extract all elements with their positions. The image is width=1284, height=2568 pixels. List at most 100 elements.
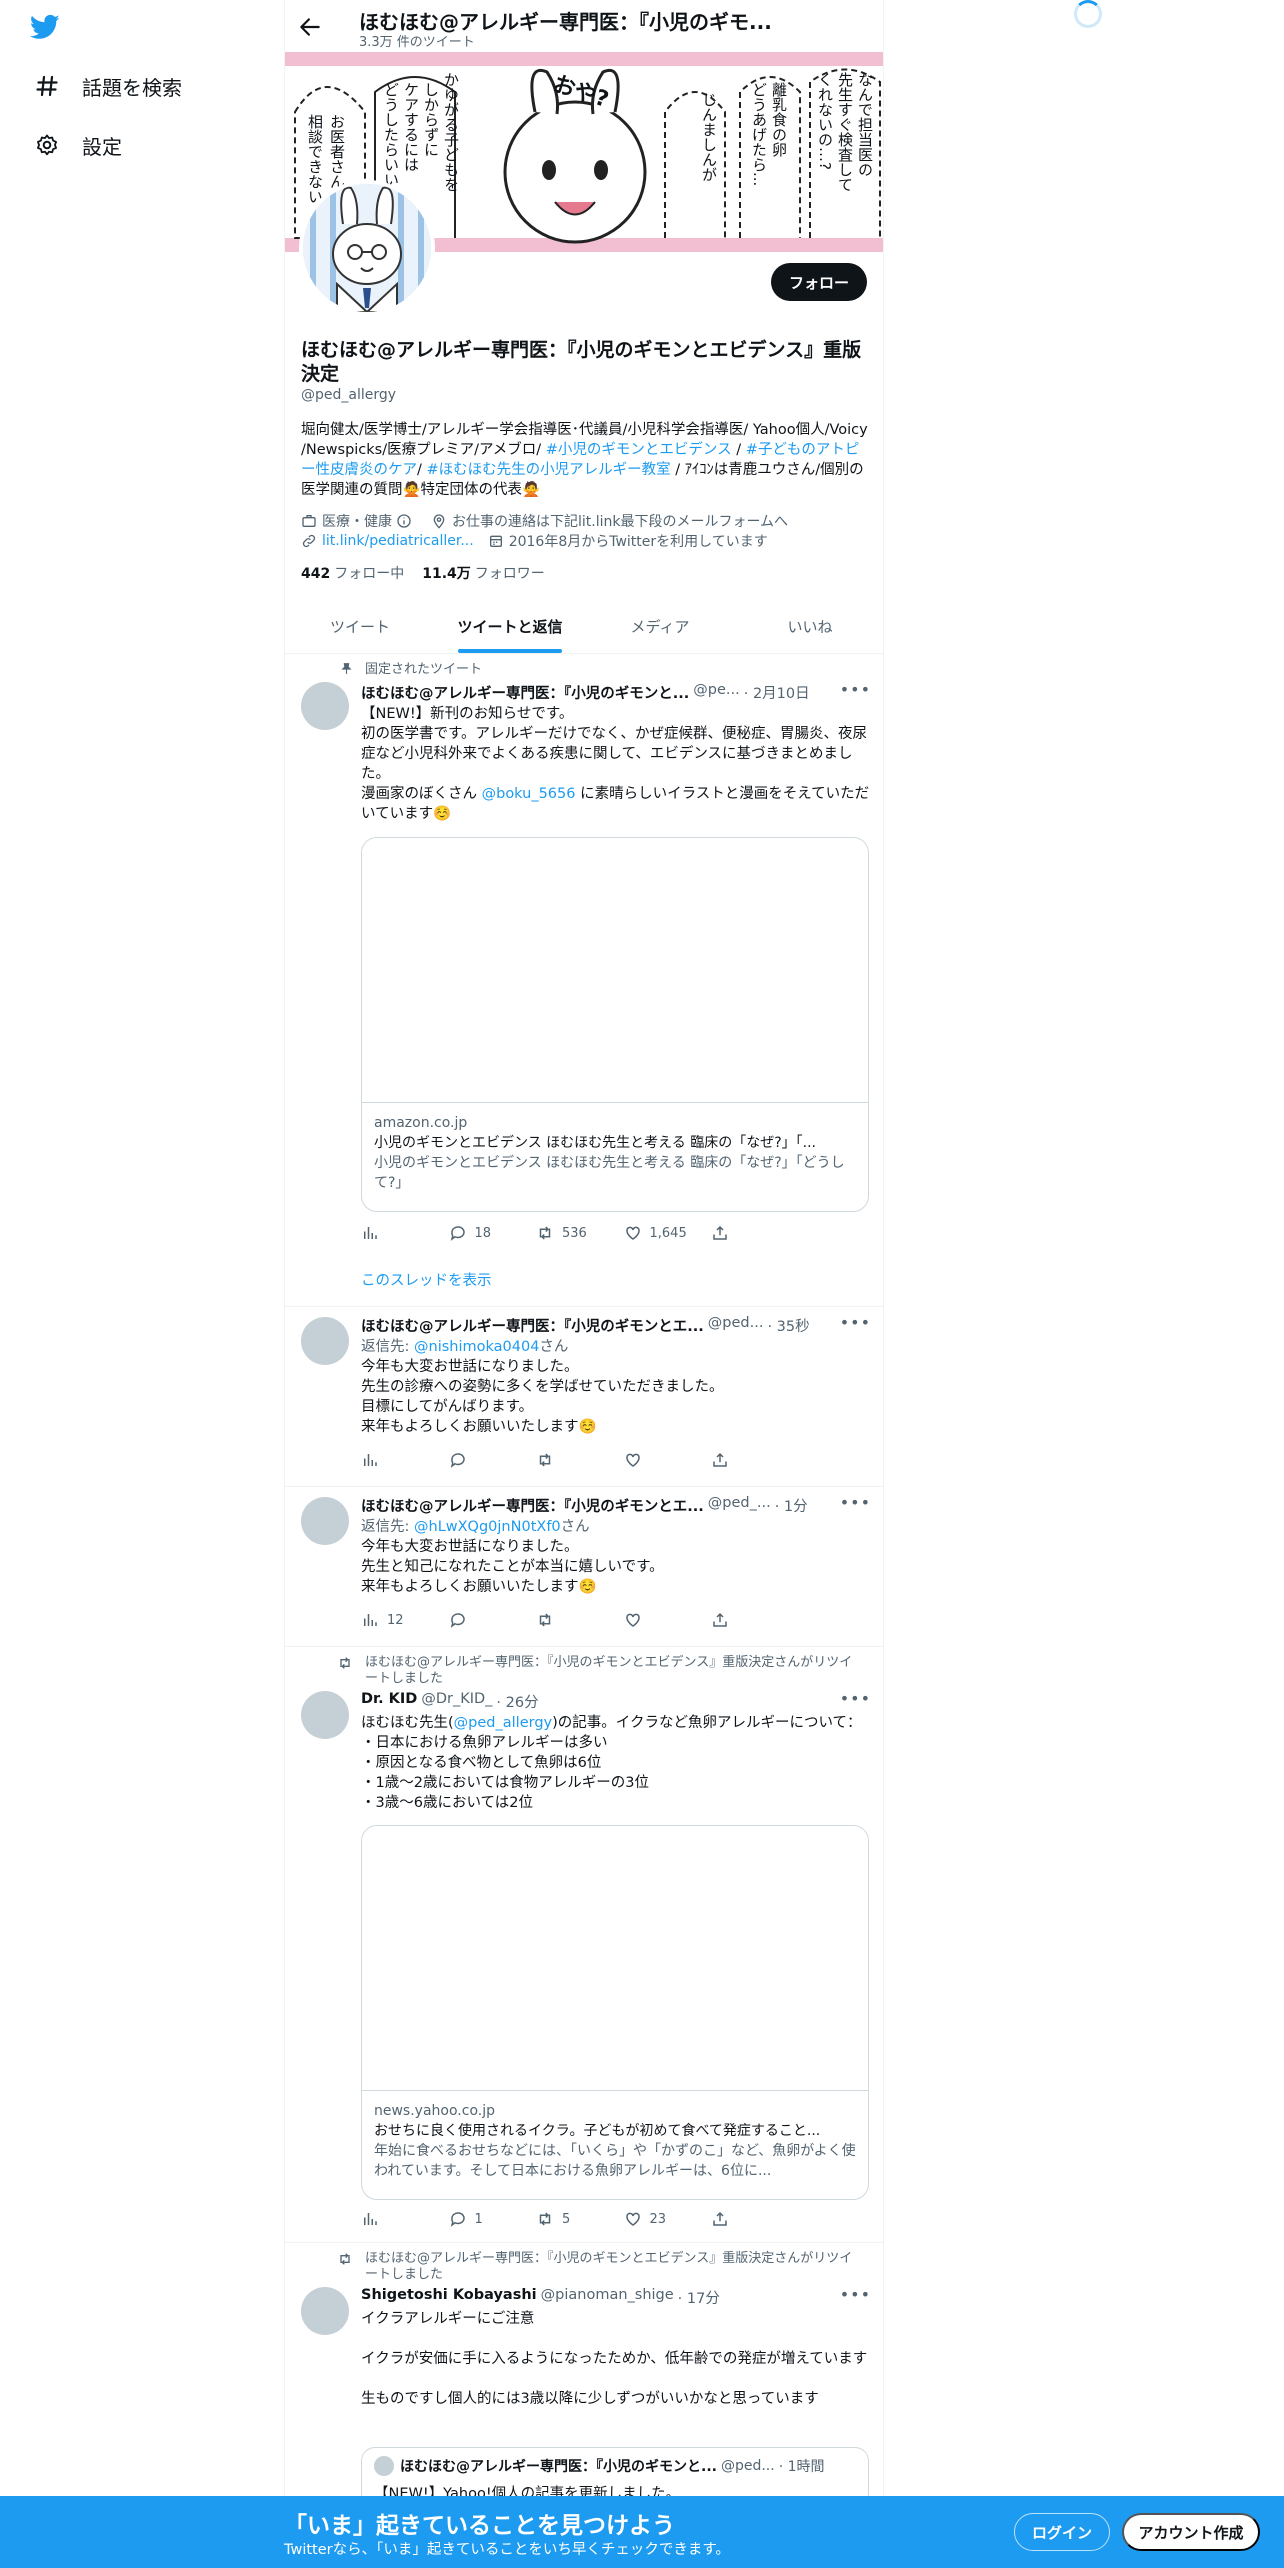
retweet-button[interactable] <box>536 1611 616 1629</box>
tweet-actions: 18 536 1,645 <box>361 1224 791 1242</box>
context-label: ほむほむ@アレルギー専門医：『小児のギモンとエビデンス』重版決定さんがリツイート… <box>365 1655 853 1686</box>
share-button[interactable] <box>711 2210 791 2228</box>
reply-prefix: 返信先: <box>361 1519 414 1535</box>
card-image <box>362 838 868 1103</box>
author-name[interactable]: ほむほむ@アレルギー専門医：『小児のギモンとエ... <box>361 1315 704 1336</box>
avatar[interactable] <box>301 1691 349 1739</box>
login-button[interactable]: ログイン <box>1014 2513 1110 2551</box>
tab-tweets[interactable]: ツイート <box>285 600 435 653</box>
profile-header: ほむほむ@アレルギー専門医：『小児のギモ... 3.3万 件のツイート <box>285 0 883 52</box>
tweet-body: ほむほむ先生( <box>361 1715 454 1731</box>
context-label: ほむほむ@アレルギー専門医：『小児のギモンとエビデンス』重版決定さんがリツイート… <box>365 2251 853 2282</box>
tweet-time[interactable]: · 26分 <box>496 1691 538 1712</box>
more-options-icon[interactable]: ••• <box>840 1313 871 1332</box>
followers-link[interactable]: 11.4万 フォロワー <box>422 563 545 583</box>
show-thread-link[interactable]: このスレッドを表示 <box>361 1269 492 1290</box>
profile-handle: @ped_allergy <box>301 387 397 403</box>
share-icon <box>713 1612 727 1627</box>
sidebar-item-explore[interactable]: 話題を検索 <box>32 71 182 101</box>
reply-button[interactable] <box>449 1611 529 1629</box>
hashtag-link[interactable]: #ほむほむ先生の小児アレルギー教室 <box>427 462 671 478</box>
tweet-time[interactable]: · 35秒 <box>767 1315 809 1336</box>
retweet-icon <box>539 1453 551 1467</box>
card-description: 小児のギモンとエビデンス ほむほむ先生と考える 臨床の「なぜ?」「どうして?」 <box>374 1155 845 1191</box>
heart-icon <box>625 2212 640 2226</box>
card-description: 年始に食べるおせちなどには、「いくら」や「かずのこ」など、魚卵がよく使われていま… <box>374 2143 856 2179</box>
more-options-icon[interactable]: ••• <box>840 2285 871 2304</box>
mention-link[interactable]: @nishimoka0404 <box>414 1339 539 1355</box>
mention-link[interactable]: @hLwXQg0jnN0tXf0 <box>414 1519 561 1535</box>
sidebar-item-settings[interactable]: 設定 <box>32 130 122 160</box>
card-title: 小児のギモンとエビデンス ほむほむ先生と考える 臨床の「なぜ?」「... <box>374 1135 816 1151</box>
link-card[interactable]: news.yahoo.co.jp おせちに良く使用されるイクラ。子どもが初めて食… <box>361 1825 869 2200</box>
share-button[interactable] <box>711 1611 791 1629</box>
reply-button[interactable]: 18 <box>449 1224 529 1242</box>
like-button[interactable]: 1,645 <box>624 1224 704 1242</box>
avatar[interactable] <box>301 1497 349 1545</box>
reply-icon <box>450 1613 465 1628</box>
views-button[interactable] <box>361 1224 441 1242</box>
category-item: 医療・健康 <box>301 511 417 531</box>
profile-avatar[interactable] <box>299 180 435 316</box>
hashtag-icon <box>32 71 62 101</box>
tweet-time[interactable]: · 2月10日 <box>744 682 810 703</box>
tweet-time[interactable]: · 1分 <box>775 1495 808 1516</box>
like-count: 1,645 <box>649 1225 687 1241</box>
share-button[interactable] <box>711 1451 791 1469</box>
more-options-icon[interactable]: ••• <box>840 1689 871 1708</box>
following-count: 442 <box>301 566 331 582</box>
link-icon <box>302 534 316 548</box>
views-button[interactable] <box>361 1451 441 1469</box>
retweet-context: ほむほむ@アレルギー専門医：『小児のギモンとエビデンス』重版決定さんがリツイート… <box>329 1655 869 1687</box>
following-link[interactable]: 442 フォロー中 <box>301 563 404 583</box>
tweet-reply[interactable]: ほむほむ@アレルギー専門医：『小児のギモンとエ... @ped_... · 1分 •… <box>285 1487 883 1647</box>
more-options-icon[interactable]: ••• <box>840 1493 871 1512</box>
joined-item: 2016年8月からTwitterを利用しています <box>488 531 768 551</box>
author-name[interactable]: ほむほむ@アレルギー専門医：『小児のギモンと... <box>361 682 689 703</box>
follow-button[interactable]: フォロー <box>770 263 867 301</box>
views-button[interactable] <box>361 2210 441 2228</box>
tweet-time[interactable]: · 17分 <box>678 2287 720 2308</box>
mention-link[interactable]: @boku_5656 <box>482 786 576 802</box>
mention-link[interactable]: @ped_allergy <box>454 1715 552 1731</box>
hashtag-link[interactable]: #小児のギモンとエビデンス <box>546 442 732 458</box>
banner-subtitle: Twitterなら、「いま」起きていることをいち早くチェックできます。 <box>284 2542 730 2558</box>
category-label: 医療・健康 <box>322 514 392 530</box>
share-button[interactable] <box>711 1224 791 1242</box>
signup-button[interactable]: アカウント作成 <box>1122 2513 1260 2551</box>
retweet-button[interactable]: 536 <box>536 1224 616 1242</box>
tweet-text: 今年も大変お世話になりました。 先生の診療への姿勢に多くを学ばせていただきました… <box>361 1359 724 1435</box>
retweet-button[interactable]: 5 <box>536 2210 616 2228</box>
author-handle: @pe... <box>693 682 740 698</box>
tweet-reply[interactable]: ほむほむ@アレルギー専門医：『小児のギモンとエ... @ped... · 35秒 •… <box>285 1307 883 1487</box>
author-name[interactable]: Dr. KID <box>361 1691 417 1712</box>
signup-banner: 「いま」起きていることを見つけよう Twitterなら、「いま」起きていることを… <box>0 2496 1284 2568</box>
author-name[interactable]: ほむほむ@アレルギー専門医：『小児のギモンとエ... <box>361 1495 704 1516</box>
analytics-icon <box>364 1227 377 1239</box>
like-button[interactable] <box>624 1451 704 1469</box>
like-button[interactable] <box>624 1611 704 1629</box>
reply-icon <box>450 2212 465 2227</box>
twitter-logo-icon[interactable] <box>28 12 68 46</box>
tab-tweets-and-replies[interactable]: ツイートと返信 <box>435 600 585 653</box>
tweet-actions <box>361 1451 791 1469</box>
profile-column: ほむほむ@アレルギー専門医：『小児のギモ... 3.3万 件のツイート 相談でき… <box>284 0 884 2568</box>
like-button[interactable]: 23 <box>624 2210 704 2228</box>
back-arrow-icon[interactable] <box>297 14 323 40</box>
reply-button[interactable]: 1 <box>449 2210 529 2228</box>
avatar[interactable] <box>301 2287 349 2335</box>
author-name[interactable]: Shigetoshi Kobayashi <box>361 2287 537 2308</box>
reply-button[interactable] <box>449 1451 529 1469</box>
more-options-icon[interactable]: ••• <box>840 680 871 699</box>
avatar[interactable] <box>301 682 349 730</box>
tweet-pinned[interactable]: 固定されたツイート ほむほむ@アレルギー専門医：『小児のギモンと... @pe..… <box>285 654 883 1307</box>
link-card[interactable]: amazon.co.jp 小児のギモンとエビデンス ほむほむ先生と考える 臨床の… <box>361 837 869 1212</box>
website-item[interactable]: lit.link/pediatricaller... <box>301 533 474 549</box>
tweet-retweet[interactable]: ほむほむ@アレルギー専門医：『小児のギモンとエビデンス』重版決定さんがリツイート… <box>285 1647 883 2243</box>
views-button[interactable]: 12 <box>361 1611 441 1629</box>
website-link[interactable]: lit.link/pediatricaller... <box>322 533 474 549</box>
tab-likes[interactable]: いいね <box>735 600 883 653</box>
tab-media[interactable]: メディア <box>585 600 735 653</box>
avatar[interactable] <box>301 1317 349 1365</box>
retweet-button[interactable] <box>536 1451 616 1469</box>
